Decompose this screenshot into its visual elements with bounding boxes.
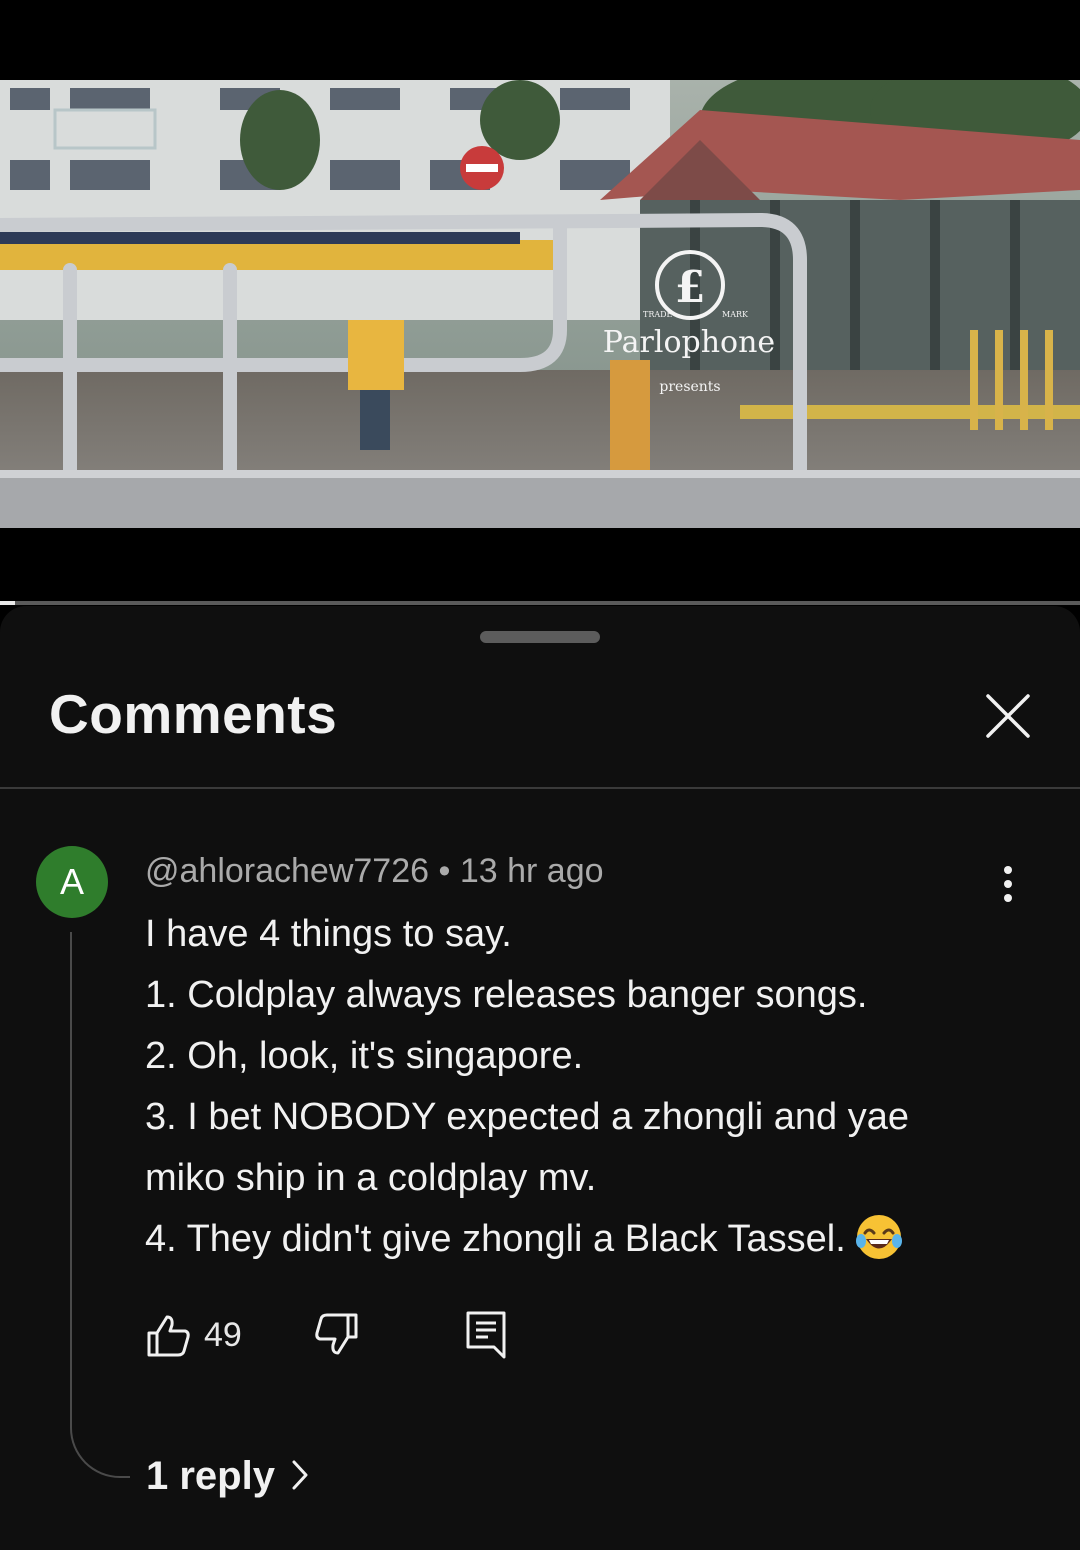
video-progress-fill — [0, 601, 16, 605]
video-player[interactable]: £ TRADE MARK Parlophone presents — [0, 0, 1080, 605]
more-vert-icon[interactable] — [988, 862, 1028, 906]
header-divider — [0, 787, 1080, 789]
meta-separator: • — [438, 852, 451, 890]
svg-text:£: £ — [675, 262, 706, 313]
avatar[interactable]: A — [36, 846, 108, 918]
comments-sheet: Comments A @ahlorachew7726 • 13 hr ago I… — [0, 606, 1080, 1550]
comment-line: 1. Coldplay always releases banger songs… — [145, 974, 868, 1016]
comment-line: 3. I bet NOBODY expected a zhongli and y… — [145, 1096, 909, 1138]
comments-title: Comments — [49, 683, 338, 745]
logo-trade-text: TRADE — [643, 310, 673, 319]
drag-handle[interactable] — [480, 631, 600, 643]
like-count: 49 — [204, 1316, 242, 1354]
comment-line: I have 4 things to say. — [145, 913, 512, 955]
video-frame: £ TRADE MARK Parlophone presents — [0, 80, 1080, 528]
close-icon[interactable] — [978, 686, 1038, 746]
comment-time: 13 hr ago — [459, 852, 604, 890]
replies-label: 1 reply — [146, 1454, 275, 1498]
logo-presents-text: presents — [659, 379, 720, 395]
comment-line: 2. Oh, look, it's singapore. — [145, 1035, 584, 1077]
thread-connector-line — [70, 932, 130, 1478]
comment-line-last: 4. They didn't give zhongli a Black Tass… — [145, 1209, 1025, 1270]
view-replies-button[interactable]: 1 reply — [146, 1454, 311, 1499]
logo-mark-text: MARK — [722, 310, 749, 319]
comment-meta: @ahlorachew7726 • 13 hr ago — [145, 852, 604, 891]
thumb-up-icon[interactable] — [145, 1311, 193, 1359]
comment-author[interactable]: @ahlorachew7726 — [145, 852, 429, 890]
logo-wordmark: Parlophone — [603, 325, 775, 360]
laughing-emoji-icon — [855, 1214, 902, 1259]
thumb-down-icon[interactable] — [312, 1311, 360, 1359]
comment-text: I have 4 things to say. 1. Coldplay alwa… — [145, 904, 1025, 1270]
reply-comment-icon[interactable] — [462, 1309, 510, 1361]
chevron-right-icon — [292, 1460, 308, 1490]
comment-line: 4. They didn't give zhongli a Black Tass… — [145, 1218, 846, 1260]
video-progress-bar[interactable] — [0, 601, 1080, 605]
comment-line: miko ship in a coldplay mv. — [145, 1157, 597, 1199]
